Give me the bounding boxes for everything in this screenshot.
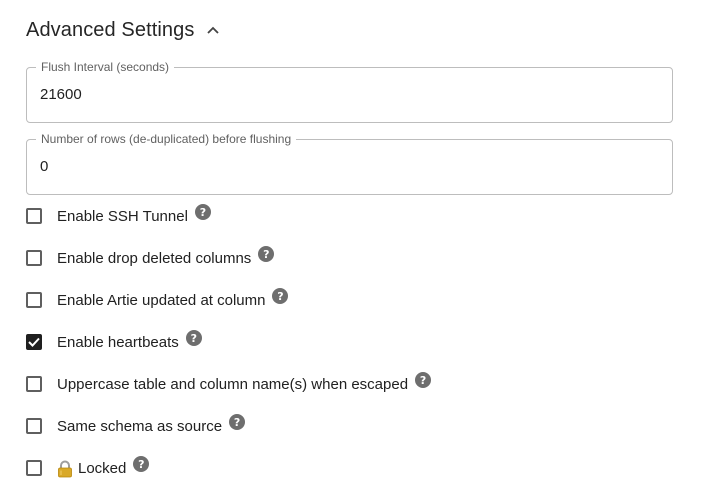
checkbox-row-heartbeats[interactable]: Enable heartbeats? (26, 330, 202, 353)
chevron-up-icon (206, 23, 220, 37)
lock-icon (57, 460, 73, 478)
help-circle-icon[interactable]: ? (194, 204, 211, 220)
checkbox-row-ssh-tunnel[interactable]: Enable SSH Tunnel? (26, 204, 211, 227)
heartbeats-label: Enable heartbeats? (57, 330, 202, 351)
locked-label-text: Locked (78, 459, 127, 477)
locked-label: Locked? (57, 456, 150, 478)
drop-deleted-columns-checkbox[interactable] (26, 250, 42, 266)
help-circle-icon[interactable]: ? (185, 330, 202, 346)
ssh-tunnel-label-text: Enable SSH Tunnel (57, 207, 188, 225)
drop-deleted-columns-label: Enable drop deleted columns? (57, 246, 275, 267)
advanced-settings-toggle[interactable]: Advanced Settings (26, 14, 220, 46)
flush-interval-input[interactable] (40, 86, 640, 104)
artie-updated-at-checkbox[interactable] (26, 292, 42, 308)
help-circle-icon[interactable]: ? (415, 372, 432, 388)
ssh-tunnel-checkbox[interactable] (26, 208, 42, 224)
checkbox-row-locked[interactable]: Locked? (26, 456, 150, 479)
rows-before-flush-input[interactable] (40, 158, 640, 176)
flush-interval-field: Flush Interval (seconds) (26, 60, 673, 123)
checkbox-row-same-schema[interactable]: Same schema as source? (26, 414, 246, 437)
checkbox-row-drop-deleted-columns[interactable]: Enable drop deleted columns? (26, 246, 275, 269)
uppercase-names-label-text: Uppercase table and column name(s) when … (57, 375, 409, 393)
help-circle-icon[interactable]: ? (258, 246, 275, 262)
flush-interval-label: Flush Interval (seconds) (36, 60, 175, 74)
heartbeats-checkbox[interactable] (26, 334, 42, 350)
locked-checkbox[interactable] (26, 460, 42, 476)
help-circle-icon[interactable]: ? (272, 288, 289, 304)
checkbox-row-uppercase-names[interactable]: Uppercase table and column name(s) when … (26, 372, 432, 395)
same-schema-label: Same schema as source? (57, 414, 246, 435)
help-circle-icon[interactable]: ? (229, 414, 246, 430)
artie-updated-at-label-text: Enable Artie updated at column (57, 291, 266, 309)
artie-updated-at-label: Enable Artie updated at column? (57, 288, 289, 309)
rows-before-flush-field: Number of rows (de-duplicated) before fl… (26, 132, 673, 195)
rows-before-flush-label: Number of rows (de-duplicated) before fl… (36, 132, 297, 146)
uppercase-names-checkbox[interactable] (26, 376, 42, 392)
same-schema-label-text: Same schema as source (57, 417, 223, 435)
heartbeats-label-text: Enable heartbeats (57, 333, 179, 351)
ssh-tunnel-label: Enable SSH Tunnel? (57, 204, 211, 225)
checkmark-icon (28, 337, 40, 347)
drop-deleted-columns-label-text: Enable drop deleted columns (57, 249, 252, 267)
section-title: Advanced Settings (26, 18, 195, 41)
checkbox-row-artie-updated-at[interactable]: Enable Artie updated at column? (26, 288, 289, 311)
uppercase-names-label: Uppercase table and column name(s) when … (57, 372, 432, 393)
same-schema-checkbox[interactable] (26, 418, 42, 434)
help-circle-icon[interactable]: ? (133, 456, 150, 472)
